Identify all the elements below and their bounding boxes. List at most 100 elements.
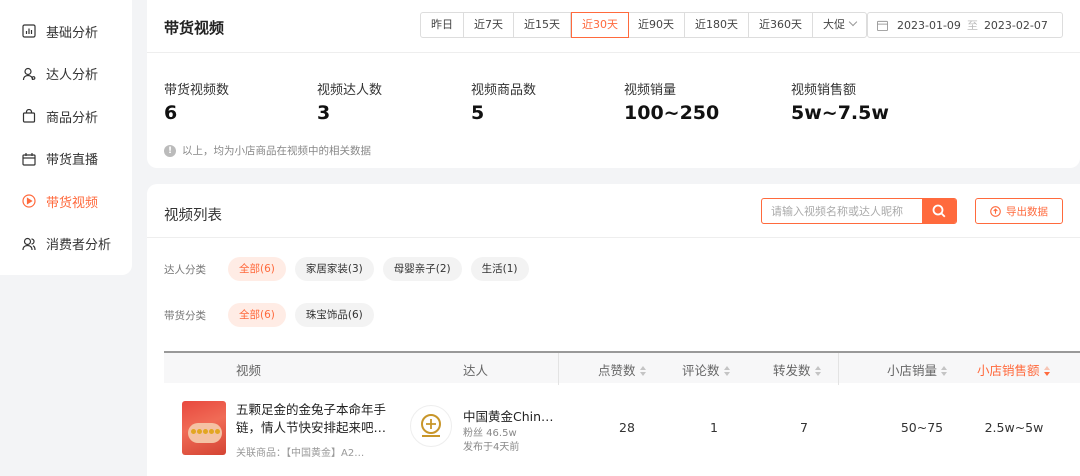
thumbnail-bead [191,429,196,434]
chip-kol-all[interactable]: 全部(6) [228,257,286,281]
stat-label: 视频商品数 [471,83,537,98]
col-shop-sales[interactable]: 小店销量 [887,360,948,379]
col-likes[interactable]: 点赞数 [598,360,646,379]
data-note: ! 以上，均为小店商品在视频中的相关数据 [164,143,371,158]
users-icon [22,237,36,251]
chevron-down-icon [848,17,858,27]
video-thumbnail[interactable] [182,401,226,455]
export-button[interactable]: 导出数据 [975,198,1063,224]
cell-shares: 7 [800,420,808,435]
stat-label: 视频销量 [624,83,677,98]
thumbnail-bead [209,429,214,434]
column-separator [838,353,839,385]
col-shares[interactable]: 转发数 [773,360,821,379]
china-gold-logo-icon [421,414,441,437]
date-range-picker[interactable]: 2023-01-09 至 2023-02-07 [867,12,1063,38]
col-shop-sales-label: 小店销量 [887,363,938,378]
range-promotion-label: 大促 [823,18,845,31]
sort-icon [723,365,730,376]
range-180d[interactable]: 近180天 [685,13,749,37]
summary-card: 带货视频 昨日 近7天 近15天 近30天 近90天 近180天 近360天 大… [147,0,1080,168]
range-30d[interactable]: 近30天 [571,12,629,38]
sidebar-item-live-selling[interactable]: 带货直播 [0,138,132,181]
range-90d[interactable]: 近90天 [628,13,685,37]
chip-kol-parenting[interactable]: 母婴亲子(2) [382,257,462,281]
range-yesterday[interactable]: 昨日 [421,13,464,37]
stat-sales-amount: 视频销售额 5w~7.5w [791,79,889,124]
sidebar-item-label: 消费者分析 [46,238,112,254]
play-circle-icon [22,194,36,208]
kol-fans: 粉丝 46.5w [463,428,517,439]
sidebar-item-label: 基础分析 [46,25,99,41]
sidebar-item-label: 带货视频 [46,195,99,211]
search-button[interactable] [922,199,956,223]
range-7d[interactable]: 近7天 [464,13,514,37]
stat-value: 3 [317,102,331,124]
chip-goods-jewelry[interactable]: 珠宝饰品(6) [294,303,374,327]
video-list-card: 视频列表 导出数据 达人分类 全部(6) 家居家装(3) 母婴亲子(2) 生活(… [147,184,1080,476]
thumbnail-bead [197,429,202,434]
sort-icon [941,365,948,376]
sidebar-item-label: 带货直播 [46,153,99,169]
export-icon [990,205,1001,217]
kol-name[interactable]: 中国黄金Chin… [463,406,554,425]
sort-desc-icon [1043,365,1050,376]
sidebar-item-consumer-analysis[interactable]: 消费者分析 [0,223,132,266]
stat-kol-count: 视频达人数 3 [317,79,382,124]
filter-label: 达人分类 [164,263,206,276]
date-end: 2023-02-07 [983,18,1048,32]
filter-goods-category: 带货分类 全部(6) 珠宝饰品(6) [164,303,383,327]
col-shares-label: 转发数 [773,363,811,378]
divider [147,52,1080,53]
sidebar-item-basic-analysis[interactable]: 基础分析 [0,10,132,53]
sidebar: 基础分析 达人分析 商品分析 带货直播 带货视频 消费者分析 [0,0,132,275]
sidebar-item-video-selling[interactable]: 带货视频 [0,180,132,223]
chip-goods-all[interactable]: 全部(6) [228,303,286,327]
date-range-tabs: 昨日 近7天 近15天 近30天 近90天 近180天 近360天 大促 [420,12,867,38]
live-calendar-icon [22,152,36,166]
range-360d[interactable]: 近360天 [749,13,813,37]
stat-sales-volume: 视频销量 100~250 [624,79,719,124]
sort-icon [639,365,646,376]
range-15d[interactable]: 近15天 [514,13,571,37]
col-kol: 达人 [463,363,489,378]
stat-value: 100~250 [624,102,720,124]
stat-label: 视频达人数 [317,83,383,98]
thumbnail-bead [215,429,220,434]
video-table: 视频 达人 点赞数 评论数 转发数 小店销量 小店销售额 五颗足金的金兔子本命年… [164,351,1080,476]
search-input[interactable] [762,199,922,223]
calendar-icon [877,20,888,31]
stat-label: 视频销售额 [791,83,857,98]
date-start: 2023-01-09 [897,18,961,32]
col-comments[interactable]: 评论数 [682,360,730,379]
cell-comments: 1 [710,420,718,435]
note-text: 以上，均为小店商品在视频中的相关数据 [182,145,371,157]
stat-value: 5 [471,102,485,124]
publish-time: 发布于4天前 [463,442,520,453]
sort-icon [814,365,821,376]
col-shop-revenue-label: 小店销售额 [977,363,1040,378]
shopping-bag-icon [22,109,36,123]
chip-kol-life[interactable]: 生活(1) [470,257,529,281]
range-promotion-dropdown[interactable]: 大促 [813,13,866,37]
user-icon [22,67,36,81]
page-title: 带货视频 [164,19,225,37]
cell-shop-revenue: 2.5w~5w [984,420,1044,435]
chip-kol-home[interactable]: 家居家装(3) [294,257,374,281]
sidebar-item-product-analysis[interactable]: 商品分析 [0,95,132,138]
filter-kol-category: 达人分类 全部(6) 家居家装(3) 母婴亲子(2) 生活(1) [164,257,538,281]
stat-video-count: 带货视频数 6 [164,79,229,124]
stat-value: 6 [164,102,178,124]
divider [147,237,1080,238]
sidebar-item-label: 商品分析 [46,110,99,126]
list-title: 视频列表 [164,208,222,224]
table-row[interactable]: 五颗足金的金兔子本命年手链，情人节快安排起来吧… 关联商品：【中国黄金】A2… … [164,383,1080,476]
search-box [761,198,957,224]
video-title[interactable]: 五颗足金的金兔子本命年手链，情人节快安排起来吧… [236,401,396,437]
sidebar-item-kol-analysis[interactable]: 达人分析 [0,53,132,96]
avatar[interactable] [410,405,452,447]
col-comments-label: 评论数 [682,363,720,378]
bar-chart-icon [22,24,36,38]
col-shop-revenue[interactable]: 小店销售额 [977,360,1050,379]
sidebar-item-label: 达人分析 [46,68,99,84]
